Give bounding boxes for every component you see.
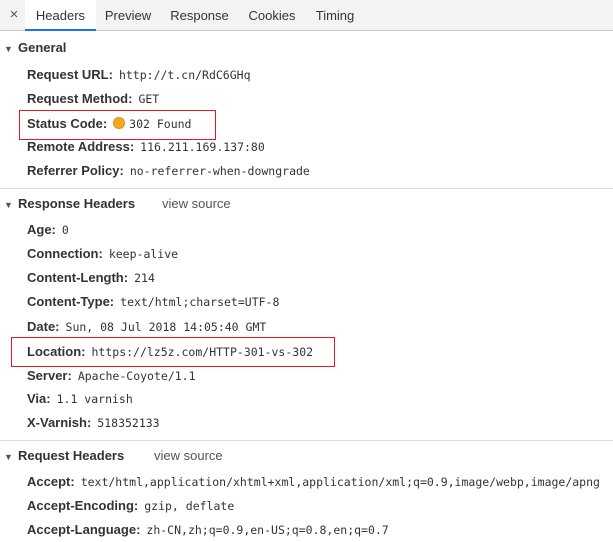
referrer-policy-row: Referrer Policy: no-referrer-when-downgra… xyxy=(27,161,310,181)
response-headers-section-header[interactable]: ▼ Response Headers xyxy=(0,194,135,214)
response-header-row: Via: 1.1 varnish xyxy=(27,389,133,409)
remote-address-row: Remote Address: 116.211.169.137:80 xyxy=(27,137,265,157)
response-header-row: Server: Apache-Coyote/1.1 xyxy=(27,366,196,386)
tab-headers[interactable]: Headers xyxy=(25,0,96,31)
response-header-row: Connection: keep-alive xyxy=(27,244,178,264)
general-title: General xyxy=(18,40,67,55)
header-value[interactable]: GET xyxy=(138,92,159,106)
tab-timing[interactable]: Timing xyxy=(308,0,362,31)
request-method-row: Request Method: GET xyxy=(27,89,159,109)
section-divider xyxy=(0,440,613,441)
close-icon[interactable]: × xyxy=(7,7,21,23)
header-key: Status Code: xyxy=(27,116,108,131)
header-key: Accept-Language: xyxy=(27,522,141,537)
header-key: Request URL: xyxy=(27,67,113,82)
request-headers-section-header[interactable]: ▼ Request Headers xyxy=(0,446,124,466)
request-header-row: Accept-Language: zh-CN,zh;q=0.9,en-US;q=0… xyxy=(27,520,389,540)
header-key: Date: xyxy=(27,319,60,334)
header-key: Connection: xyxy=(27,246,103,261)
expand-triangle-icon: ▼ xyxy=(4,200,13,210)
tab-response[interactable]: Response xyxy=(163,0,236,31)
tab-cookies[interactable]: Cookies xyxy=(240,0,304,31)
header-value[interactable]: 302 Found xyxy=(129,117,191,131)
response-header-row: X-Varnish: 518352133 xyxy=(27,413,160,433)
header-value[interactable]: keep-alive xyxy=(109,247,178,261)
general-section-header[interactable]: ▼ General xyxy=(0,38,66,58)
header-value[interactable]: 0 xyxy=(62,223,69,237)
header-key: Age: xyxy=(27,222,56,237)
header-key: Content-Length: xyxy=(27,270,129,285)
request-url-row: Request URL: http://t.cn/RdC6GHq xyxy=(27,65,251,85)
response-header-row: Content-Length: 214 xyxy=(27,268,155,288)
header-key: Referrer Policy: xyxy=(27,163,124,178)
response-headers-title: Response Headers xyxy=(18,196,136,211)
request-header-row: Accept-Encoding: gzip, deflate xyxy=(27,496,234,516)
location-row: Location: https://lz5z.com/HTTP-301-vs-30… xyxy=(27,342,313,362)
header-key: Server: xyxy=(27,368,72,383)
response-header-row: Age: 0 xyxy=(27,220,69,240)
header-value[interactable]: 1.1 varnish xyxy=(57,392,133,406)
header-key: X-Varnish: xyxy=(27,415,92,430)
header-key: Accept: xyxy=(27,474,75,489)
header-value[interactable]: zh-CN,zh;q=0.9,en-US;q=0.8,en;q=0.7 xyxy=(146,523,388,537)
header-key: Accept-Encoding: xyxy=(27,498,139,513)
request-header-row: Accept: text/html,application/xhtml+xml,a… xyxy=(27,472,600,492)
header-key: Location: xyxy=(27,344,86,359)
header-key: Remote Address: xyxy=(27,139,135,154)
header-key: Content-Type: xyxy=(27,294,115,309)
expand-triangle-icon: ▼ xyxy=(4,44,13,54)
header-value[interactable]: 116.211.169.137:80 xyxy=(140,140,265,154)
header-value[interactable]: https://lz5z.com/HTTP-301-vs-302 xyxy=(92,345,314,359)
header-value[interactable]: Sun, 08 Jul 2018 14:05:40 GMT xyxy=(66,320,267,334)
section-divider xyxy=(0,188,613,189)
header-value[interactable]: text/html,application/xhtml+xml,applicat… xyxy=(81,475,600,489)
header-key: Via: xyxy=(27,391,51,406)
header-key: Request Method: xyxy=(27,91,133,106)
header-value[interactable]: no-referrer-when-downgrade xyxy=(130,164,310,178)
expand-triangle-icon: ▼ xyxy=(4,452,13,462)
response-header-row: Content-Type: text/html;charset=UTF-8 xyxy=(27,292,279,312)
response-header-row: Date: Sun, 08 Jul 2018 14:05:40 GMT xyxy=(27,317,266,337)
header-value[interactable]: gzip, deflate xyxy=(144,499,234,513)
header-value[interactable]: http://t.cn/RdC6GHq xyxy=(119,68,251,82)
header-value[interactable]: 214 xyxy=(134,271,155,285)
tab-preview[interactable]: Preview xyxy=(97,0,159,31)
response-view-source-link[interactable]: view source xyxy=(162,194,231,214)
header-value[interactable]: text/html;charset=UTF-8 xyxy=(120,295,279,309)
header-value[interactable]: 518352133 xyxy=(97,416,159,430)
request-headers-title: Request Headers xyxy=(18,448,125,463)
request-view-source-link[interactable]: view source xyxy=(154,446,223,466)
status-dot-icon xyxy=(113,117,126,129)
devtools-tab-bar: × Headers Preview Response Cookies Timin… xyxy=(0,0,613,31)
header-value[interactable]: Apache-Coyote/1.1 xyxy=(78,369,196,383)
status-code-row: Status Code: 302 Found xyxy=(27,114,191,134)
